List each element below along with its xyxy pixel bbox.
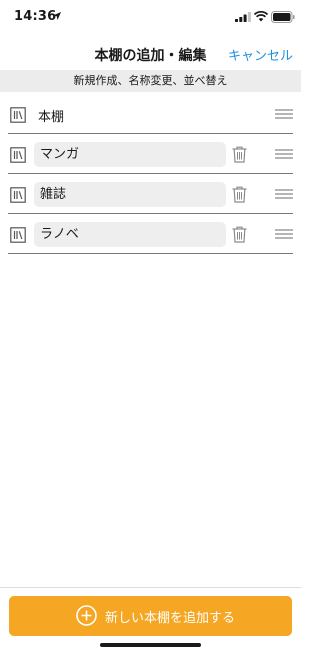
- home-indicator: [100, 643, 201, 647]
- shelf-name-field[interactable]: 雑誌: [34, 182, 226, 207]
- bookshelf-icon: [10, 187, 26, 203]
- bottom-divider: [0, 587, 301, 588]
- location-arrow-icon: [53, 12, 61, 20]
- add-shelf-label: 新しい本棚を追加する: [105, 611, 236, 626]
- drag-handle-icon[interactable]: [275, 109, 293, 119]
- shelf-row-default: 本棚: [8, 94, 293, 134]
- shelf-name-field[interactable]: マンガ: [34, 142, 226, 167]
- trash-icon[interactable]: [232, 186, 247, 203]
- bookshelf-icon: [10, 107, 26, 123]
- status-time: 14:36: [14, 9, 57, 24]
- shelf-list: 本棚 マンガ 雑誌 ラノベ: [0, 94, 301, 254]
- cellular-signal-icon: [235, 12, 251, 22]
- drag-handle-icon[interactable]: [275, 149, 293, 159]
- drag-handle-icon[interactable]: [275, 189, 293, 199]
- wifi-icon: [254, 11, 268, 22]
- trash-icon[interactable]: [232, 226, 247, 243]
- navigation-bar: 本棚の追加・編集 キャンセル: [0, 36, 301, 70]
- add-shelf-button[interactable]: 新しい本棚を追加する: [9, 596, 292, 636]
- shelf-row-magazine: 雑誌: [8, 174, 293, 214]
- shelf-name-field[interactable]: ラノベ: [34, 222, 226, 247]
- shelf-name-label: 本棚: [38, 110, 65, 125]
- status-bar: 14:36: [0, 0, 301, 36]
- shelf-row-light-novel: ラノベ: [8, 214, 293, 254]
- drag-handle-icon[interactable]: [275, 229, 293, 239]
- trash-icon[interactable]: [232, 146, 247, 163]
- bookshelf-icon: [10, 147, 26, 163]
- plus-circle-icon: [76, 605, 97, 626]
- shelf-row-manga: マンガ: [8, 134, 293, 174]
- battery-icon: [271, 11, 295, 23]
- cancel-button[interactable]: キャンセル: [228, 45, 293, 64]
- bookshelf-icon: [10, 227, 26, 243]
- section-subtitle: 新規作成、名称変更、並べ替え: [0, 70, 301, 92]
